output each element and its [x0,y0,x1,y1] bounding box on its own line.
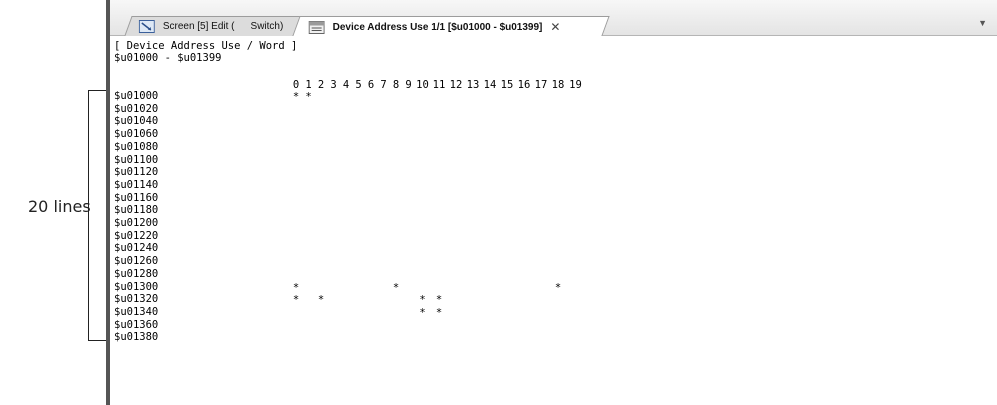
tab-screen-edit[interactable]: Screen [5] Edit ( Switch) [124,16,310,36]
row-address-label: $u01040 [114,115,159,128]
row-address-label: $u01020 [114,102,159,115]
row-address-label: $u01060 [114,128,159,141]
column-header: 15 [500,79,514,91]
row-address-label: $u01000 [114,90,159,102]
row-address-label: $u01280 [114,267,159,280]
close-icon[interactable]: ✕ [551,20,561,34]
row-address-label: $u01360 [114,318,159,331]
usage-mark: * [554,281,562,294]
usage-mark: * [435,294,443,307]
report-content: [ Device Address Use / Word ] $u01000 - … [114,37,994,405]
row-address-label: $u01240 [114,242,159,255]
usage-mark: * [392,281,400,294]
tab-bar: Screen [5] Edit ( Switch) Device Address… [110,0,997,36]
line-range-bracket [88,90,106,341]
usage-mark: * [292,294,300,307]
column-header: 11 [432,79,446,91]
row-address-label: $u01260 [114,255,159,268]
list-document-icon [308,20,325,33]
tab-dropdown-icon[interactable]: ▼ [978,18,987,28]
usage-mark: * [419,306,426,319]
annotation-label: 20 lines [28,197,91,216]
column-header: 16 [517,79,531,91]
row-address-label: $u01160 [114,191,159,204]
report-title: [ Device Address Use / Word ] [114,40,298,52]
row-address-label: $u01140 [114,178,159,191]
usage-mark: * [419,294,426,307]
tab-device-address-use[interactable]: Device Address Use 1/1 [$u01000 - $u0139… [292,16,610,36]
row-address-label: $u01120 [114,166,159,179]
column-header: 12 [449,79,463,91]
usage-mark: * [305,91,312,103]
row-address-label: $u01200 [114,217,159,229]
column-header: 13 [466,79,480,91]
column-header: 9 [405,79,412,91]
row-address-label: $u01340 [114,305,159,318]
usage-mark: * [317,294,325,307]
report-range: $u01000 - $u01399 [114,52,222,64]
usage-mark: * [292,281,300,294]
row-address-label: $u01220 [114,229,159,242]
column-header: 10 [416,79,429,91]
tab-device-address-use-label: Device Address Use 1/1 [$u01000 - $u0139… [332,21,543,32]
row-address-label: $u01100 [114,153,159,166]
column-header: 14 [483,79,497,91]
row-address-label: $u01180 [114,204,159,217]
row-address-label: $u01300 [114,280,159,293]
column-header: 18 [551,79,565,91]
row-address-label: $u01320 [114,293,159,306]
column-header: 17 [534,79,548,91]
column-header: 19 [569,79,582,91]
editor-window: Screen [5] Edit ( Switch) Device Address… [106,0,997,405]
tab-screen-edit-switch: Switch) [250,21,284,32]
row-address-label: $u01080 [114,140,159,153]
tab-screen-edit-label: Screen [5] Edit ( [162,21,235,32]
screen-icon [138,20,155,33]
row-address-label: $u01380 [114,331,159,344]
usage-mark: * [435,306,443,319]
